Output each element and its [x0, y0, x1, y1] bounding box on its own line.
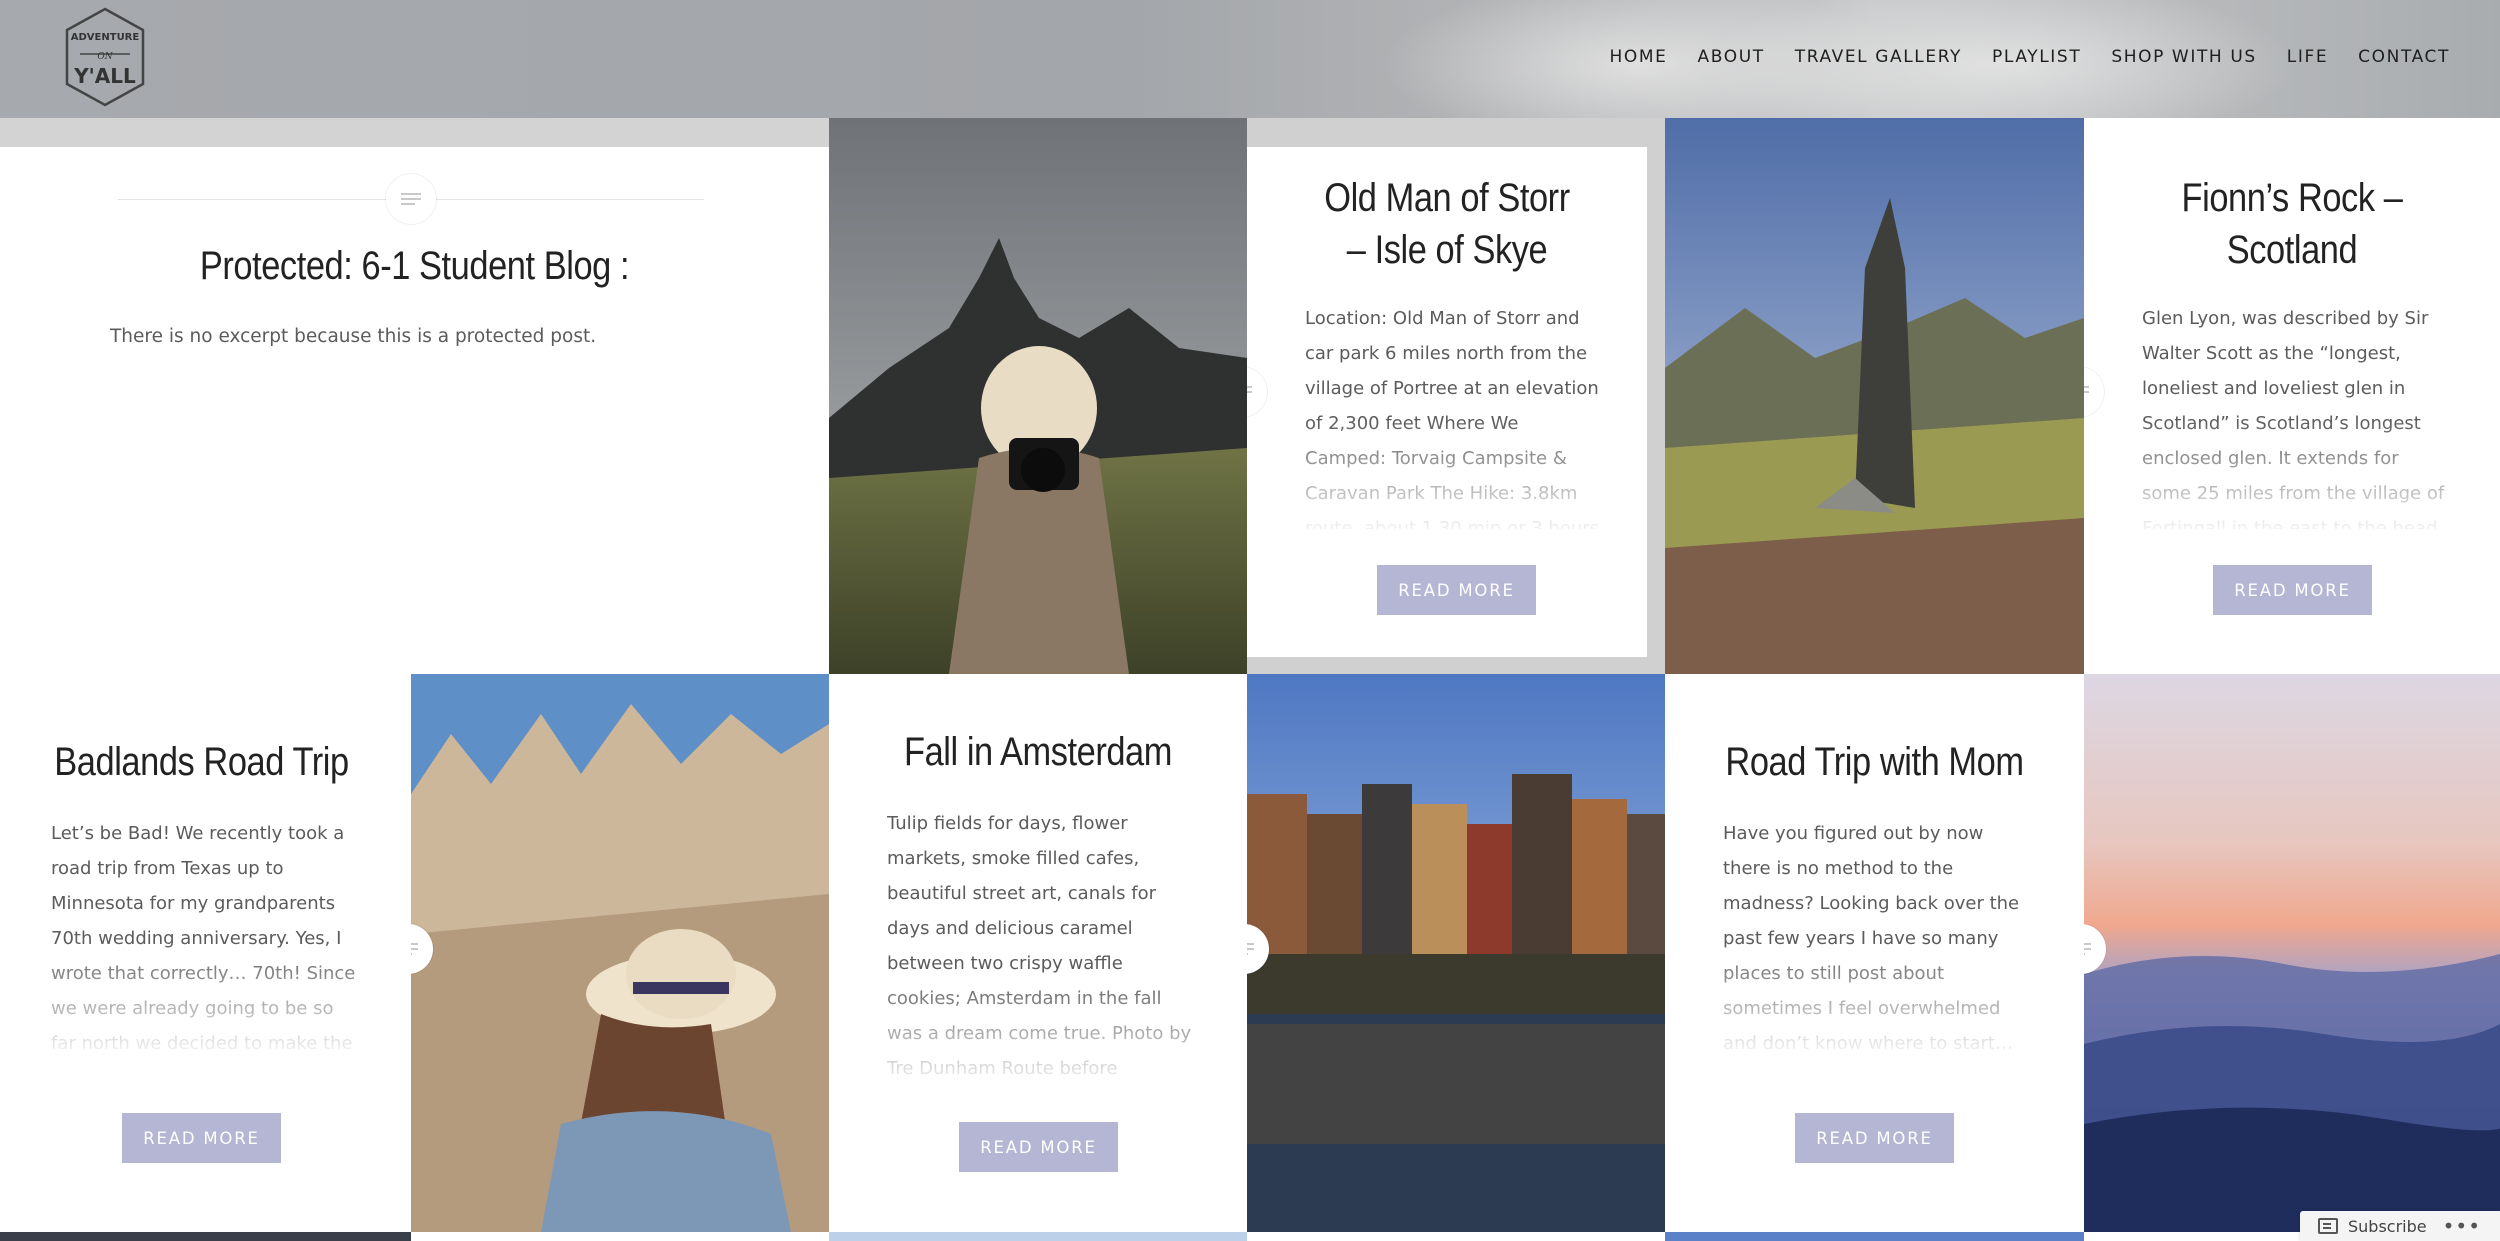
- read-more-button[interactable]: READ MORE: [1795, 1113, 1954, 1163]
- more-icon[interactable]: •••: [2443, 1214, 2481, 1238]
- read-more-button[interactable]: READ MORE: [2213, 565, 2372, 615]
- nav-playlist[interactable]: PLAYLIST: [1992, 47, 2081, 67]
- post-protected[interactable]: Protected: 6-1 Student Blog : There is n…: [0, 147, 829, 674]
- logo-text-top: ADVENTURE: [71, 32, 140, 43]
- site-logo[interactable]: ADVENTURE ON Y'ALL: [62, 6, 148, 108]
- post-storr[interactable]: Old Man of Storr – Isle of Skye Location…: [1247, 118, 1665, 674]
- photo-woman-with-hat: [411, 674, 829, 1232]
- nav-travel-gallery[interactable]: TRAVEL GALLERY: [1795, 47, 1962, 67]
- post-excerpt: Location: Old Man of Storr and car park …: [1305, 301, 1605, 529]
- nav-about[interactable]: ABOUT: [1698, 47, 1765, 67]
- post-storr-card: Old Man of Storr – Isle of Skye Location…: [1247, 147, 1647, 657]
- photo-amsterdam-canal: [1247, 674, 1665, 1232]
- post-fionn[interactable]: Fionn’s Rock – Scotland Glen Lyon, was d…: [2084, 118, 2500, 674]
- row3-image: [0, 1232, 411, 1241]
- read-more-button[interactable]: READ MORE: [122, 1113, 281, 1163]
- post-mom[interactable]: Road Trip with Mom Have you figured out …: [1665, 674, 2084, 1232]
- post-title[interactable]: Fall in Amsterdam: [875, 726, 1200, 778]
- photo-child-with-camera: [829, 118, 1247, 674]
- post-excerpt: Have you figured out by now there is no …: [1723, 816, 2033, 1052]
- post-badlands[interactable]: Badlands Road Trip Let’s be Bad! We rece…: [0, 674, 411, 1232]
- nav-life[interactable]: LIFE: [2287, 47, 2328, 67]
- nav-contact[interactable]: CONTACT: [2358, 47, 2450, 67]
- row3-text: [1247, 1232, 1665, 1241]
- row3-image: [1665, 1232, 2084, 1241]
- nav-shop-with-us[interactable]: SHOP WITH US: [2111, 47, 2256, 67]
- post-image-badlands[interactable]: [411, 674, 829, 1232]
- post-image-sunset[interactable]: [2084, 674, 2500, 1232]
- post-title[interactable]: Badlands Road Trip: [45, 736, 357, 788]
- post-excerpt: Glen Lyon, was described by Sir Walter S…: [2142, 301, 2452, 529]
- row3-text: [411, 1232, 829, 1241]
- read-more-button[interactable]: READ MORE: [1377, 565, 1536, 615]
- subscribe-icon: [2318, 1218, 2338, 1234]
- photo-sunset-valley: [2084, 674, 2500, 1232]
- post-format-icon: [386, 174, 436, 224]
- post-title[interactable]: Old Man of Storr – Isle of Skye: [1318, 172, 1576, 276]
- read-more-button[interactable]: READ MORE: [959, 1122, 1118, 1172]
- main-nav: HOME ABOUT TRAVEL GALLERY PLAYLIST SHOP …: [1580, 47, 2450, 67]
- post-image-storr[interactable]: [829, 118, 1247, 674]
- post-excerpt: Tulip fields for days, flower markets, s…: [887, 806, 1197, 1084]
- subscribe-label[interactable]: Subscribe: [2348, 1217, 2427, 1236]
- post-image-fionn[interactable]: [1665, 118, 2084, 674]
- post-amsterdam[interactable]: Fall in Amsterdam Tulip fields for days,…: [829, 674, 1247, 1232]
- post-title[interactable]: Fionn’s Rock – Scotland: [2163, 172, 2421, 276]
- subscribe-bar[interactable]: Subscribe •••: [2300, 1211, 2500, 1241]
- post-title[interactable]: Protected: 6-1 Student Blog :: [58, 240, 771, 292]
- photo-standing-stone: [1665, 118, 2084, 674]
- post-image-amsterdam[interactable]: [1247, 674, 1665, 1232]
- post-title[interactable]: Road Trip with Mom: [1712, 736, 2038, 788]
- logo-text-bottom: Y'ALL: [73, 64, 136, 88]
- logo-text-mid: ON: [97, 52, 113, 62]
- row3-image: [829, 1232, 1247, 1241]
- post-excerpt: Let’s be Bad! We recently took a road tr…: [51, 816, 361, 1052]
- post-excerpt: There is no excerpt because this is a pr…: [110, 326, 597, 347]
- site-header: ADVENTURE ON Y'ALL HOME ABOUT TRAVEL GAL…: [0, 0, 2500, 150]
- nav-home[interactable]: HOME: [1610, 47, 1668, 67]
- post-format-icon: [2084, 367, 2104, 417]
